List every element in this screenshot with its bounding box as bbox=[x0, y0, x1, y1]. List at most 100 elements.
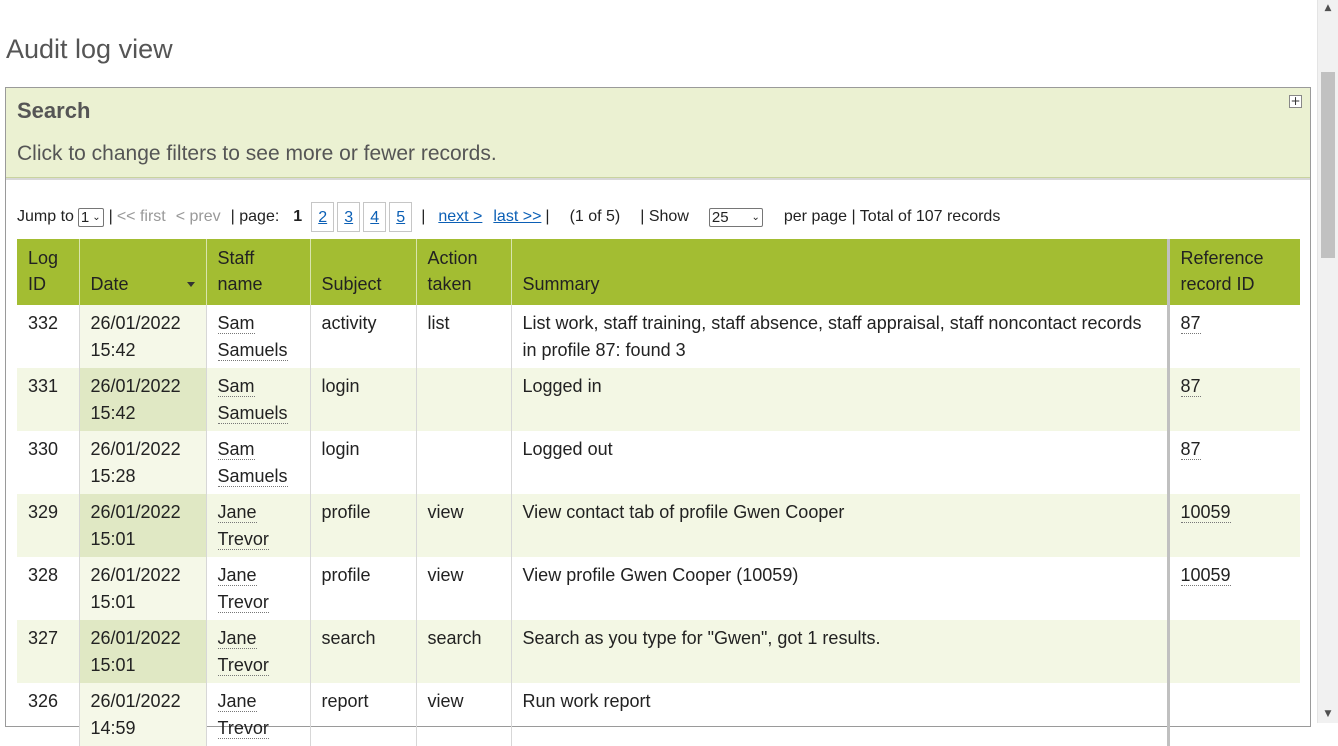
jump-to-label: Jump to bbox=[17, 208, 74, 225]
search-filter-box[interactable]: Search Click to change filters to see mo… bbox=[6, 88, 1310, 178]
staff-name-cell: Jane Trevor bbox=[206, 683, 311, 746]
staff-name-link[interactable]: Sam Samuels bbox=[217, 439, 288, 487]
reference-link[interactable]: 10059 bbox=[1180, 502, 1231, 523]
page-link-3[interactable]: 3 bbox=[337, 202, 361, 232]
summary-cell: Logged out bbox=[511, 431, 1169, 494]
jump-to-value: 1 bbox=[80, 208, 90, 226]
chevron-down-icon: ⌄ bbox=[751, 211, 760, 223]
prev-page-link: < prev bbox=[175, 208, 221, 225]
table-row: 332 26/01/2022 15:42 Sam Samuels activity li… bbox=[17, 305, 1300, 368]
scroll-down-arrow-icon[interactable]: ▼ bbox=[1318, 706, 1338, 723]
page-link-5[interactable]: 5 bbox=[389, 202, 413, 232]
page-link-4[interactable]: 4 bbox=[363, 202, 387, 232]
action-cell bbox=[416, 368, 512, 431]
staff-name-cell: Jane Trevor bbox=[206, 557, 311, 620]
search-hint: Click to change filters to see more or f… bbox=[17, 142, 497, 165]
page-label: | page: bbox=[230, 208, 280, 225]
sort-descending-icon bbox=[186, 282, 195, 287]
date-cell: 26/01/2022 15:01 bbox=[79, 557, 207, 620]
page-link-3-text[interactable]: 3 bbox=[344, 209, 353, 226]
summary-cell: Logged in bbox=[511, 368, 1169, 431]
action-cell: search bbox=[416, 620, 512, 683]
log-id-cell: 327 bbox=[17, 620, 80, 683]
reference-cell bbox=[1166, 620, 1300, 683]
subject-cell: login bbox=[310, 368, 417, 431]
log-id-cell: 328 bbox=[17, 557, 80, 620]
date-cell: 26/01/2022 15:42 bbox=[79, 305, 207, 368]
date-cell: 26/01/2022 15:01 bbox=[79, 494, 207, 557]
current-page: 1 bbox=[293, 208, 303, 225]
staff-name-link[interactable]: Jane Trevor bbox=[217, 565, 269, 613]
staff-name-cell: Sam Samuels bbox=[206, 305, 311, 368]
per-page-total-label: per page | Total of 107 records bbox=[783, 208, 1001, 225]
subject-cell: activity bbox=[310, 305, 417, 368]
staff-name-cell: Sam Samuels bbox=[206, 431, 311, 494]
reference-cell: 10059 bbox=[1166, 494, 1300, 557]
log-id-cell: 330 bbox=[17, 431, 80, 494]
next-page-link[interactable]: next > bbox=[438, 208, 482, 226]
action-cell bbox=[416, 431, 512, 494]
first-page-link: << first bbox=[116, 208, 166, 225]
reference-cell: 87 bbox=[1166, 431, 1300, 494]
subject-cell: search bbox=[310, 620, 417, 683]
reference-cell bbox=[1166, 683, 1300, 746]
summary-cell: View profile Gwen Cooper (10059) bbox=[511, 557, 1169, 620]
staff-name-link[interactable]: Jane Trevor bbox=[217, 628, 269, 676]
reference-link[interactable]: 87 bbox=[1180, 376, 1201, 397]
plus-square-icon[interactable]: + bbox=[1289, 95, 1302, 108]
staff-name-link[interactable]: Jane Trevor bbox=[217, 691, 269, 739]
table-row: 331 26/01/2022 15:42 Sam Samuels login Logge… bbox=[17, 368, 1300, 431]
chevron-down-icon: ⌄ bbox=[92, 211, 101, 223]
staff-name-link[interactable]: Jane Trevor bbox=[217, 502, 269, 550]
summary-cell: Run work report bbox=[511, 683, 1169, 746]
divider bbox=[6, 178, 1310, 180]
page-link-4-text[interactable]: 4 bbox=[370, 209, 379, 226]
table-row: 328 26/01/2022 15:01 Jane Trevor profile vie… bbox=[17, 557, 1300, 620]
column-header-action-taken[interactable]: Action taken bbox=[416, 239, 512, 305]
staff-name-link[interactable]: Sam Samuels bbox=[217, 313, 288, 361]
scrollbar-thumb[interactable] bbox=[1321, 72, 1335, 258]
date-cell: 26/01/2022 15:42 bbox=[79, 368, 207, 431]
page-position: (1 of 5) bbox=[569, 208, 621, 225]
log-id-cell: 329 bbox=[17, 494, 80, 557]
table-row: 327 26/01/2022 15:01 Jane Trevor search sear… bbox=[17, 620, 1300, 683]
reference-link[interactable]: 10059 bbox=[1180, 565, 1231, 586]
staff-name-link[interactable]: Sam Samuels bbox=[217, 376, 288, 424]
staff-name-cell: Jane Trevor bbox=[206, 494, 311, 557]
summary-cell: Search as you type for "Gwen", got 1 res… bbox=[511, 620, 1169, 683]
action-cell: view bbox=[416, 683, 512, 746]
column-header-staff-name[interactable]: Staff name bbox=[206, 239, 311, 305]
scroll-up-arrow-icon[interactable]: ▲ bbox=[1318, 0, 1338, 17]
action-cell: view bbox=[416, 494, 512, 557]
reference-cell: 87 bbox=[1166, 368, 1300, 431]
reference-cell: 10059 bbox=[1166, 557, 1300, 620]
date-cell: 26/01/2022 15:28 bbox=[79, 431, 207, 494]
column-header-log-id[interactable]: Log ID bbox=[17, 239, 80, 305]
page-link-2-text[interactable]: 2 bbox=[318, 209, 327, 226]
date-cell: 26/01/2022 14:59 bbox=[79, 683, 207, 746]
vertical-scrollbar[interactable]: ▲ ▼ bbox=[1317, 0, 1338, 723]
column-header-date-label: Date bbox=[90, 274, 129, 294]
column-header-summary[interactable]: Summary bbox=[511, 239, 1169, 305]
action-cell: view bbox=[416, 557, 512, 620]
page-link-5-text[interactable]: 5 bbox=[396, 209, 405, 226]
column-header-reference-record-id[interactable]: Reference record ID bbox=[1166, 239, 1300, 305]
pagination-bar: Jump to 1 ⌄ | << first < prev | page: 1 … bbox=[17, 202, 1310, 232]
last-page-link[interactable]: last >> bbox=[493, 208, 541, 226]
staff-name-cell: Jane Trevor bbox=[206, 620, 311, 683]
column-header-date[interactable]: Date bbox=[79, 239, 207, 305]
search-title: Search bbox=[17, 98, 91, 123]
per-page-select[interactable]: 25 ⌄ bbox=[708, 207, 763, 227]
column-header-subject[interactable]: Subject bbox=[310, 239, 417, 305]
per-page-value: 25 bbox=[711, 208, 729, 226]
jump-to-select[interactable]: 1 ⌄ bbox=[77, 207, 104, 227]
page-link-2[interactable]: 2 bbox=[311, 202, 335, 232]
log-id-cell: 331 bbox=[17, 368, 80, 431]
staff-name-cell: Sam Samuels bbox=[206, 368, 311, 431]
reference-link[interactable]: 87 bbox=[1180, 313, 1201, 334]
subject-cell: report bbox=[310, 683, 417, 746]
reference-cell: 87 bbox=[1166, 305, 1300, 368]
table-row: 326 26/01/2022 14:59 Jane Trevor report view… bbox=[17, 683, 1300, 746]
reference-link[interactable]: 87 bbox=[1180, 439, 1201, 460]
table-row: 330 26/01/2022 15:28 Sam Samuels login Logge… bbox=[17, 431, 1300, 494]
